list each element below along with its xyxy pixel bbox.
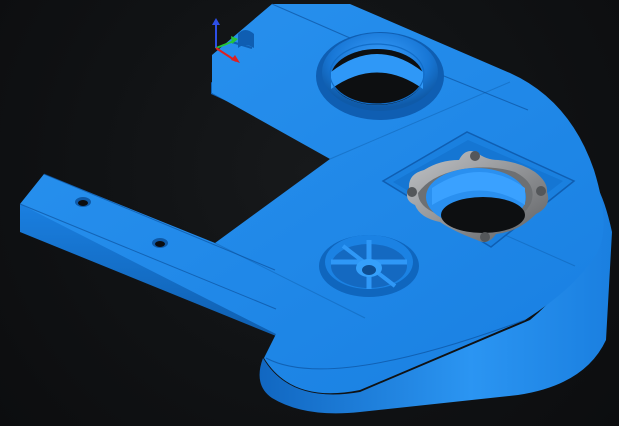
spoked-recess xyxy=(319,235,419,297)
3d-part-model[interactable] xyxy=(0,0,619,426)
cad-viewport[interactable] xyxy=(0,0,619,426)
top-circular-hole xyxy=(316,32,444,120)
